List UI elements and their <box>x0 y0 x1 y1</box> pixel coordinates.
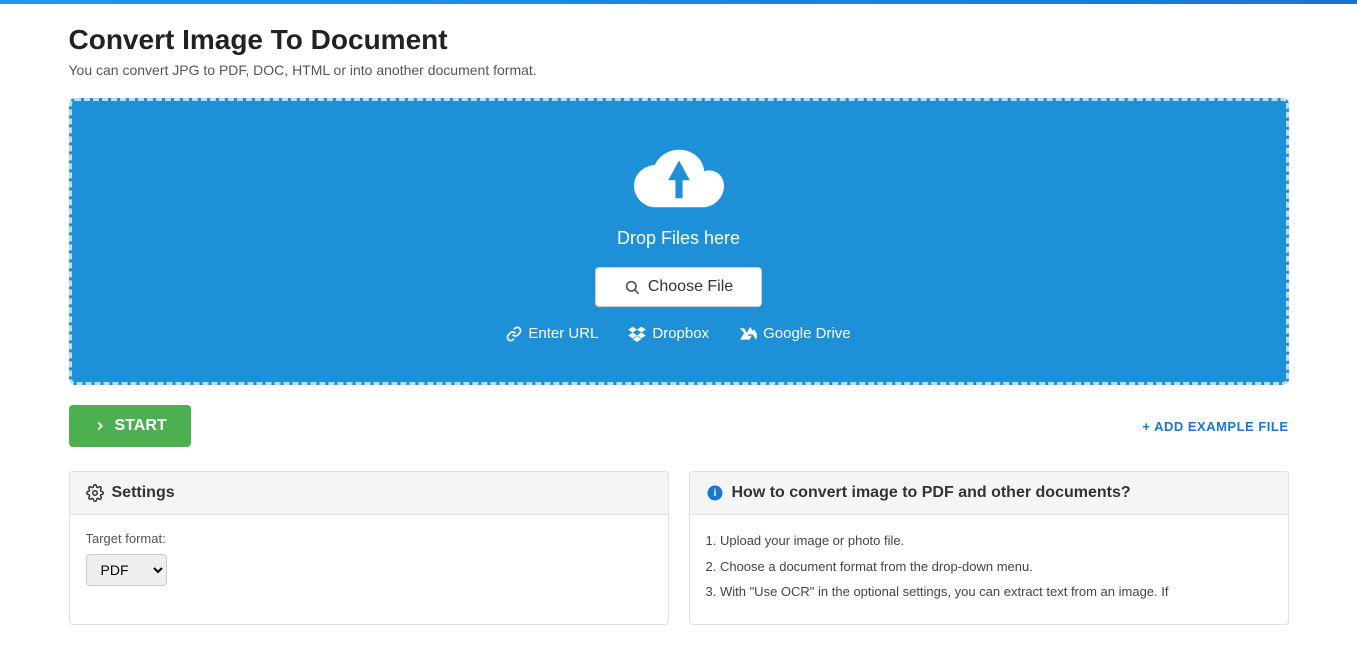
page-subtitle: You can convert JPG to PDF, DOC, HTML or… <box>69 62 1289 78</box>
link-icon <box>506 326 522 342</box>
how-to-step-2: 2. Choose a document format from the dro… <box>706 557 1272 577</box>
settings-panel: Settings Target format: PDF DOC HTML TXT <box>69 471 669 625</box>
start-label: START <box>115 417 167 435</box>
bottom-panels: Settings Target format: PDF DOC HTML TXT… <box>69 471 1289 625</box>
add-example-link[interactable]: + ADD EXAMPLE FILE <box>1142 419 1288 434</box>
how-to-panel-header: i How to convert image to PDF and other … <box>690 472 1288 515</box>
action-row: START + ADD EXAMPLE FILE <box>69 405 1289 447</box>
search-icon <box>624 279 640 295</box>
enter-url-label: Enter URL <box>528 325 598 342</box>
settings-panel-body: Target format: PDF DOC HTML TXT <box>70 515 668 602</box>
cloud-upload-icon <box>634 141 724 216</box>
info-icon: i <box>706 484 724 502</box>
page-title: Convert Image To Document <box>69 24 1289 56</box>
google-drive-label: Google Drive <box>763 325 851 342</box>
settings-title: Settings <box>112 484 175 502</box>
start-button[interactable]: START <box>69 405 191 447</box>
google-drive-link[interactable]: Google Drive <box>739 325 851 342</box>
choose-file-button[interactable]: Choose File <box>595 267 762 307</box>
drop-files-text: Drop Files here <box>617 228 740 249</box>
how-to-step-1: 1. Upload your image or photo file. <box>706 531 1272 551</box>
settings-gear-icon <box>86 484 104 502</box>
upload-links-container: Enter URL Dropbox Google Drive <box>506 325 850 342</box>
choose-file-label: Choose File <box>648 278 733 296</box>
format-select[interactable]: PDF DOC HTML TXT <box>86 554 167 586</box>
how-to-panel-body: 1. Upload your image or photo file. 2. C… <box>690 515 1288 624</box>
settings-panel-header: Settings <box>70 472 668 515</box>
how-to-title: How to convert image to PDF and other do… <box>732 484 1131 502</box>
dropbox-icon <box>628 326 646 342</box>
googledrive-icon <box>739 326 757 342</box>
dropbox-link[interactable]: Dropbox <box>628 325 709 342</box>
upload-zone[interactable]: Drop Files here Choose File Enter URL <box>69 98 1289 385</box>
how-to-panel: i How to convert image to PDF and other … <box>689 471 1289 625</box>
page-container: Convert Image To Document You can conver… <box>39 4 1319 645</box>
enter-url-link[interactable]: Enter URL <box>506 325 598 342</box>
target-format-label: Target format: <box>86 531 652 546</box>
svg-text:i: i <box>713 488 716 499</box>
chevron-right-icon <box>93 419 107 433</box>
how-to-step-3: 3. With "Use OCR" in the optional settin… <box>706 582 1272 602</box>
dropbox-label: Dropbox <box>652 325 709 342</box>
